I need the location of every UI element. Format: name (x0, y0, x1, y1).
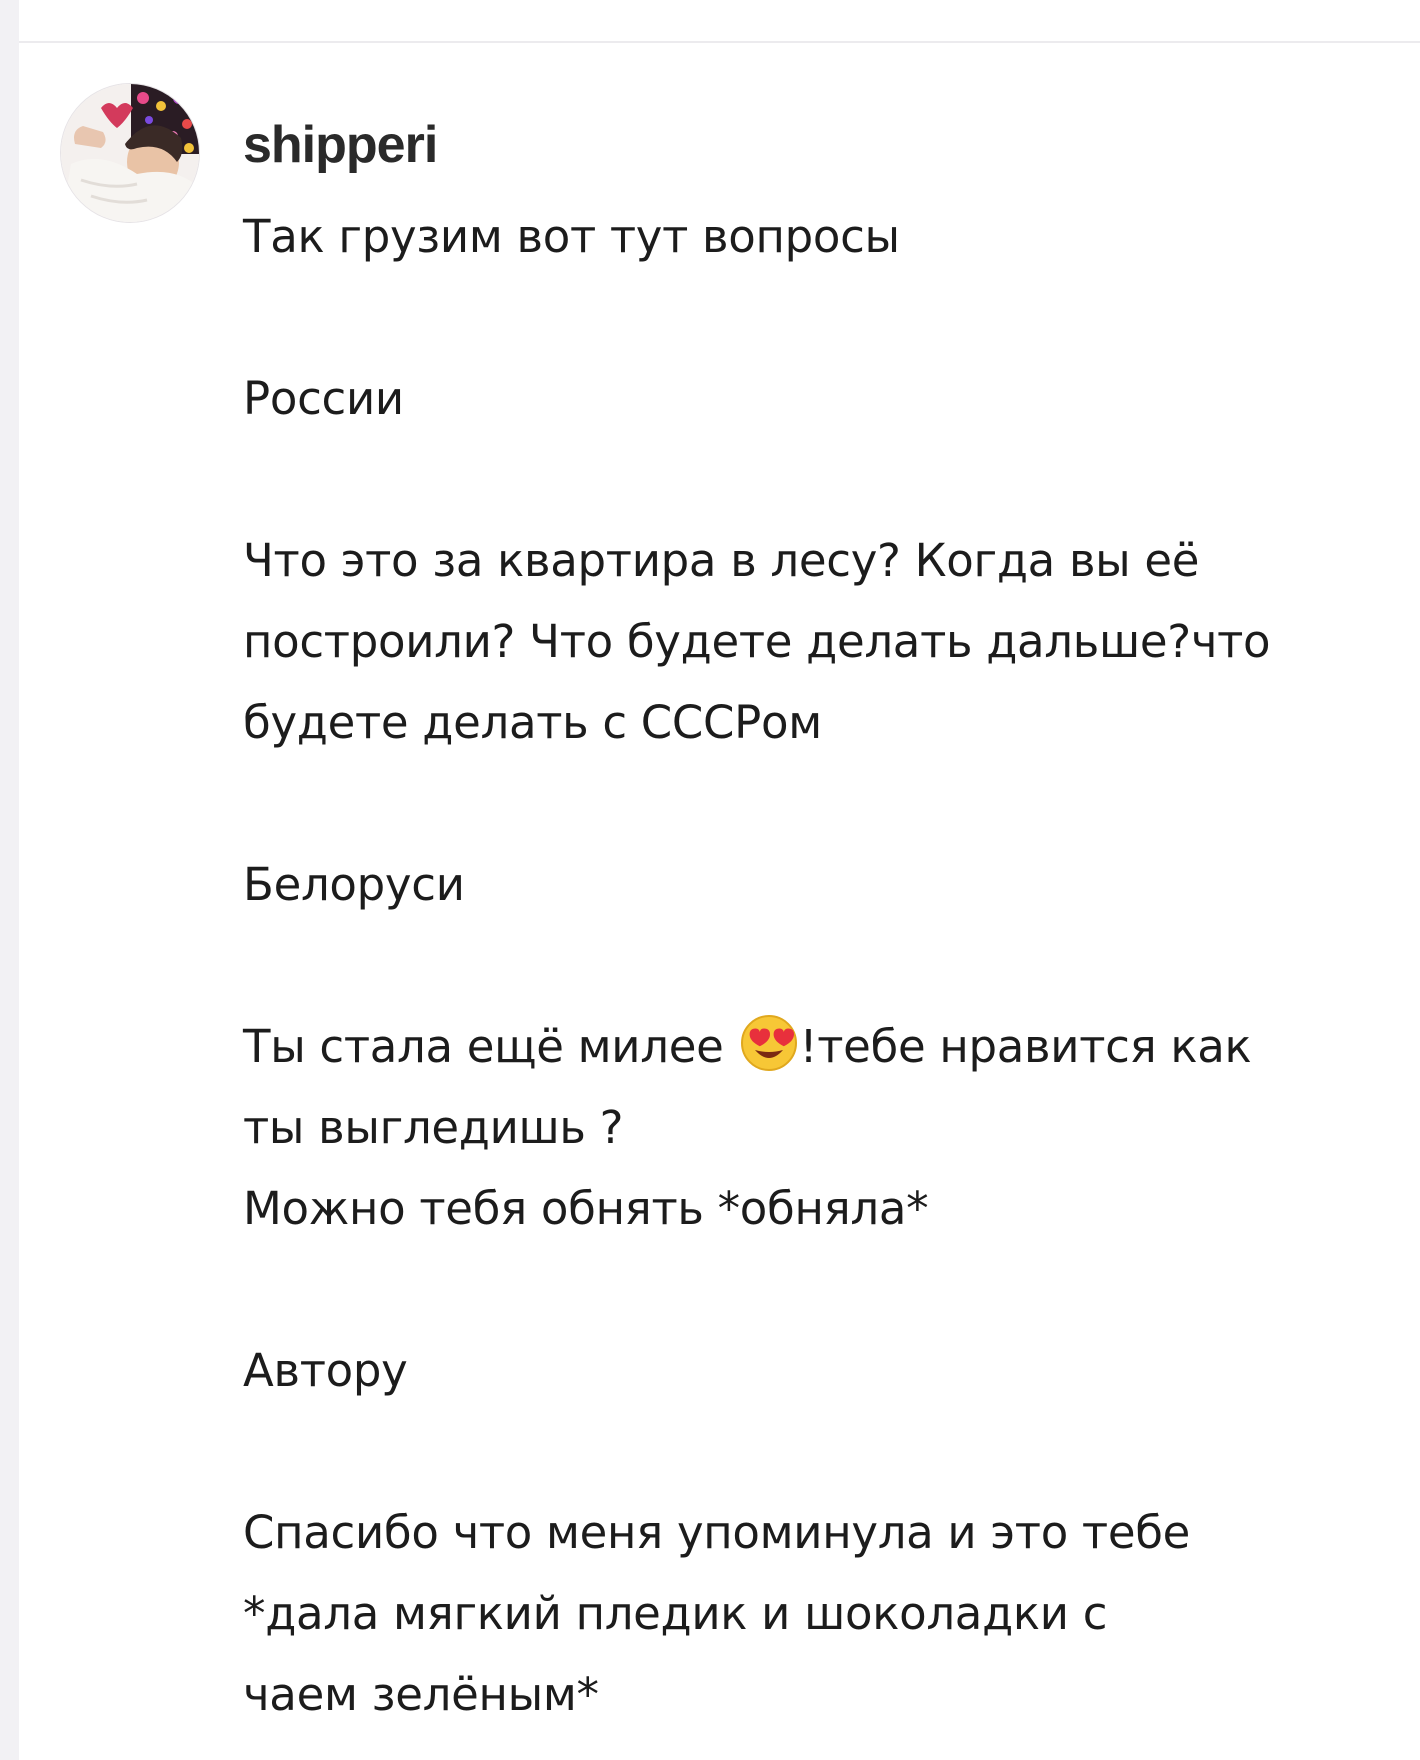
comment-line: Так грузим вот тут вопросы (243, 210, 900, 263)
heart-eyes-emoji-icon (740, 1014, 798, 1072)
comment-line: Что это за квартира в лесу? Когда вы её (243, 534, 1200, 587)
comment-line: будете делать с СССРом (243, 696, 822, 749)
avatar[interactable] (61, 84, 199, 222)
page: shipperi Так грузим вот тут вопросы Росс… (0, 0, 1420, 1760)
divider (19, 41, 1420, 43)
comment-line: чаем зелёным* (243, 1668, 599, 1721)
comment-text: Ты стала ещё милее (243, 1020, 724, 1073)
comment-line: построили? Что будете делать дальше?что (243, 615, 1271, 668)
comment-line: Спасибо что меня упоминула и это тебе (243, 1506, 1191, 1559)
comment-line: Белоруси (243, 858, 465, 911)
avatar-image (61, 84, 199, 222)
comment-line-with-emoji: Ты стала ещё милее !тебе нравится как (243, 1006, 1393, 1087)
comment-line: *дала мягкий пледик и шоколадки с (243, 1587, 1108, 1640)
comment-body: Так грузим вот тут вопросы России Что эт… (243, 196, 1393, 1735)
comment-line: Можно тебя обнять *обняла* (243, 1182, 929, 1235)
comment-line: России (243, 372, 404, 425)
author-name[interactable]: shipperi (243, 110, 438, 180)
comment-line: Автору (243, 1344, 408, 1397)
comment-text: !тебе нравится как (799, 1020, 1252, 1073)
comment-line: ты выгледишь ? (243, 1101, 624, 1154)
